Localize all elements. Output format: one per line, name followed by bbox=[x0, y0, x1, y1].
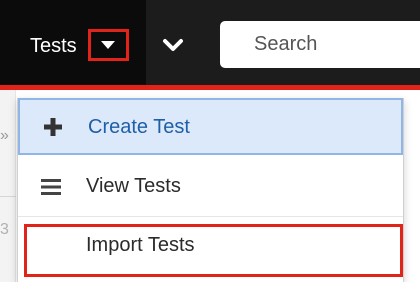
menu-item-label[interactable]: Create Test bbox=[88, 115, 190, 139]
menu-item-label[interactable]: View Tests bbox=[86, 174, 181, 198]
global-search[interactable] bbox=[220, 21, 420, 68]
collapsed-sidebar bbox=[0, 90, 16, 282]
list-icon bbox=[41, 179, 61, 195]
caret-down-icon[interactable] bbox=[101, 41, 115, 49]
module-tab-label[interactable]: Tests bbox=[30, 34, 77, 58]
menu-item-create-test[interactable]: Create Test bbox=[18, 98, 403, 155]
expand-sidebar-icon[interactable]: » bbox=[0, 128, 9, 144]
chevron-down-icon[interactable] bbox=[158, 30, 188, 60]
module-tab-tests[interactable]: Tests bbox=[0, 0, 146, 85]
top-navbar: Tests bbox=[0, 0, 420, 88]
partial-page-text: 3 bbox=[0, 221, 9, 238]
import-tests-highlight bbox=[24, 224, 403, 277]
module-menu-toggle[interactable] bbox=[88, 29, 129, 61]
plus-icon bbox=[44, 118, 62, 136]
divider bbox=[0, 196, 16, 197]
menu-item-view-tests[interactable]: View Tests bbox=[18, 157, 403, 217]
search-input[interactable] bbox=[220, 21, 420, 68]
